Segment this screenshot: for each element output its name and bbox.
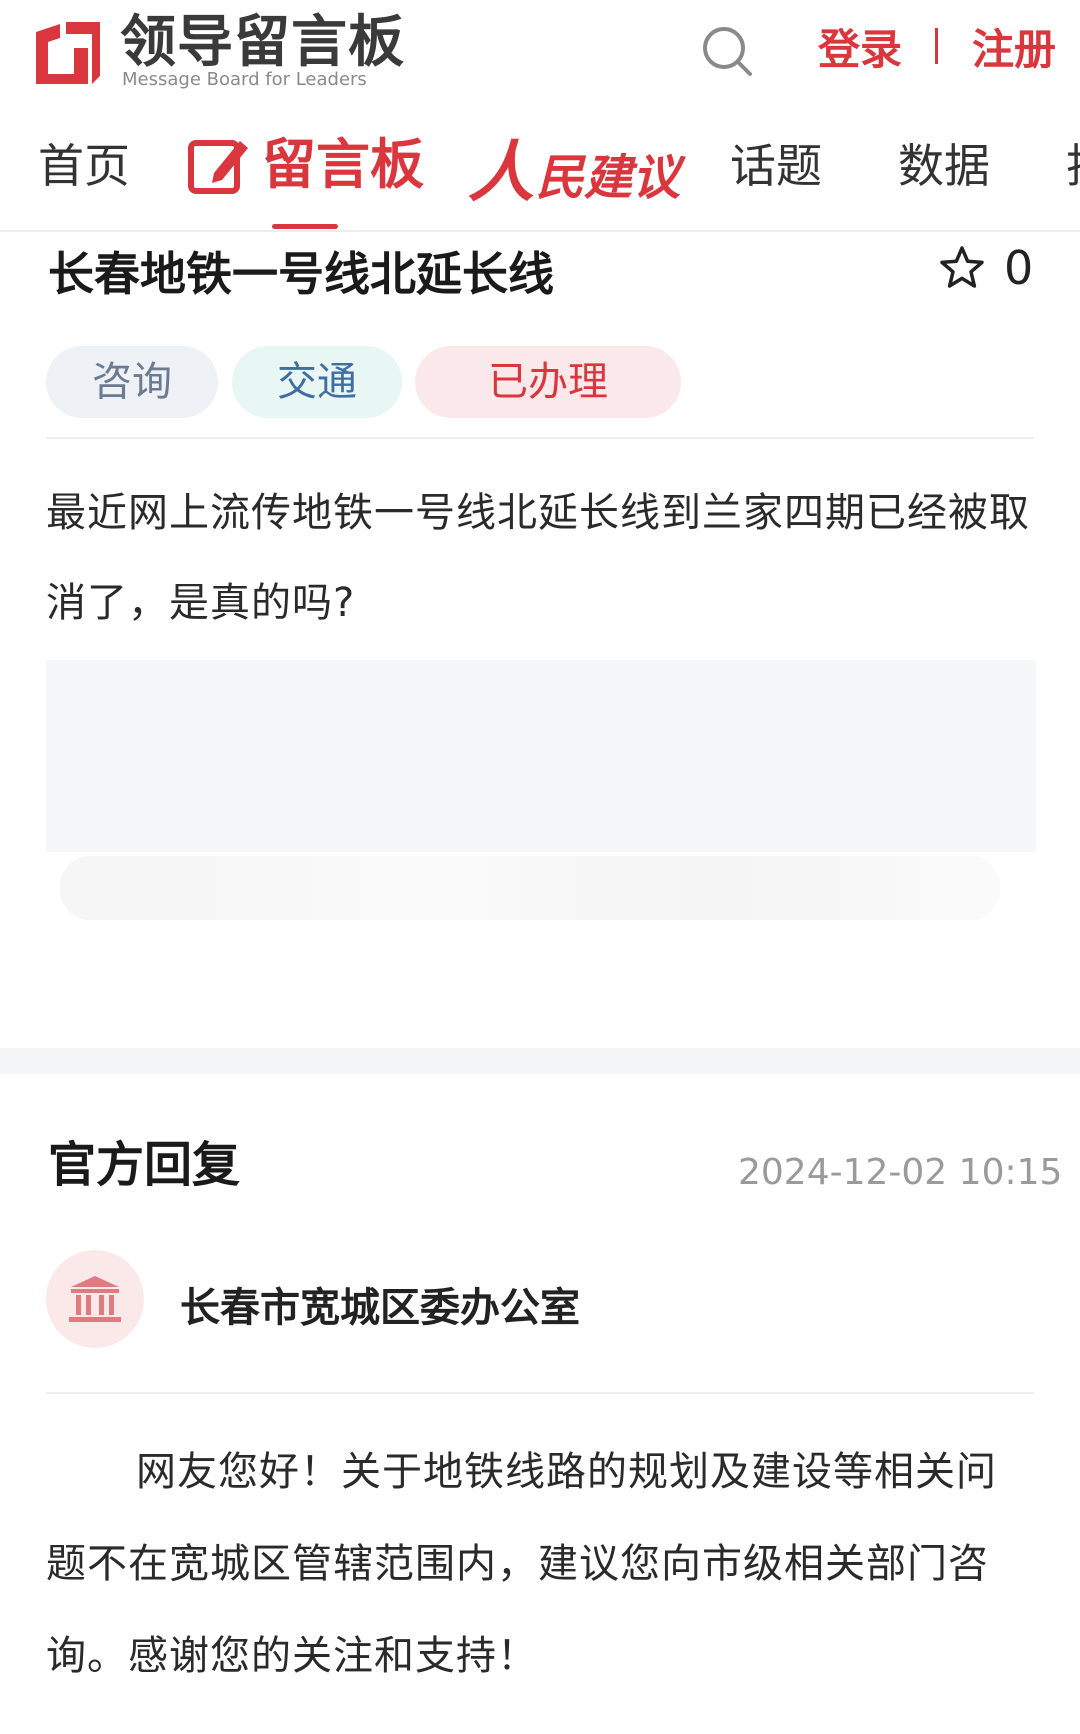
tag-category[interactable]: 咨询 xyxy=(46,346,218,418)
nav-item-topics[interactable]: 话题 xyxy=(730,136,822,196)
avatar xyxy=(46,1250,144,1348)
message-content: 最近网上流传地铁一号线北延长线到兰家四期已经被取消了，是真的吗? xyxy=(46,490,1030,626)
logo-title: 领导留言板 xyxy=(120,10,405,75)
logo-subtitle: Message Board for Leaders xyxy=(122,69,367,90)
nav-item-message-board-label: 留言板 xyxy=(262,133,424,196)
nav-item-data[interactable]: 数据 xyxy=(898,136,990,196)
reply-content: 网友您好！关于地铁线路的规划及建设等相关问题不在宽城区管辖范围内，建议您向市级相… xyxy=(46,1449,997,1679)
nav-item-home[interactable]: 首页 xyxy=(38,136,130,196)
header: 领导留言板 Message Board for Leaders 登录 注册 xyxy=(0,0,1080,110)
main-nav: 首页 留言板 人 民建议 话题 数据 投 xyxy=(0,110,1080,232)
people-suggestion-logo-text: 民建议 xyxy=(536,150,681,206)
tag-domain[interactable]: 交通 xyxy=(232,346,402,418)
content-placeholder-smudge xyxy=(60,856,1000,920)
reply-organization: 长春市宽城区委办公室 xyxy=(180,1285,580,1331)
login-link[interactable]: 登录 xyxy=(818,24,902,76)
register-link[interactable]: 注册 xyxy=(972,24,1056,76)
section-separator xyxy=(0,1048,1080,1074)
favorite-button[interactable]: 0 xyxy=(938,240,1033,296)
reply-heading: 官方回复 xyxy=(48,1137,241,1193)
header-separator xyxy=(935,28,938,64)
favorite-count: 0 xyxy=(1004,241,1034,295)
star-outline-icon xyxy=(940,246,984,288)
divider xyxy=(46,437,1034,439)
edit-note-icon xyxy=(188,140,248,194)
search-icon[interactable] xyxy=(700,24,754,78)
content-placeholder xyxy=(46,660,1036,852)
nav-item-more[interactable]: 投 xyxy=(1066,136,1080,196)
logo-mark-icon[interactable] xyxy=(30,18,106,90)
nav-active-indicator xyxy=(272,224,338,229)
divider xyxy=(46,1392,1034,1394)
reply-timestamp: 2024-12-02 10:15 xyxy=(738,1152,1063,1193)
status-badge: 已办理 xyxy=(415,346,681,418)
people-suggestion-logo-char: 人 xyxy=(468,133,534,211)
message-title: 长春地铁一号线北延长线 xyxy=(48,247,554,301)
nav-item-people-suggestion[interactable]: 人 民建议 xyxy=(468,128,680,208)
nav-item-message-board[interactable]: 留言板 xyxy=(188,130,424,200)
government-building-icon xyxy=(69,1276,121,1322)
